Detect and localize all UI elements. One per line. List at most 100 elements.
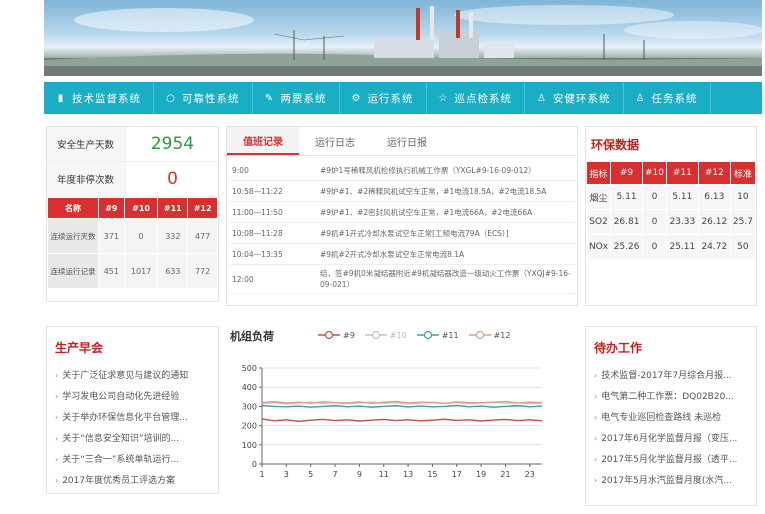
list-item-label: 电气第二种工作票：DQ02B20... xyxy=(601,392,734,402)
list-item[interactable]: › 2017年5月化学监督月报（透平... xyxy=(594,449,748,470)
nav-item-1[interactable]: ○ 可靠性系统 xyxy=(154,82,253,114)
series-line-2 xyxy=(261,404,543,408)
x-tick-label: 19 xyxy=(476,470,486,479)
legend-item[interactable]: #12 xyxy=(468,330,510,340)
table-header: #10 xyxy=(123,197,159,219)
list-item[interactable]: › 2017年度优秀员工评选方案 xyxy=(55,470,210,491)
list-item[interactable]: › 电气第二种工作票：DQ02B20... xyxy=(594,386,748,407)
meeting-title: 生产早会 xyxy=(55,341,104,355)
x-tick-label: 7 xyxy=(332,470,337,479)
log-text: #9机#2开式冷却水泵试空车正常电流8.1A xyxy=(320,249,465,259)
worker-icon: ♙ xyxy=(537,92,547,104)
nav-label: 运行系统 xyxy=(367,92,414,105)
legend-label: #11 xyxy=(441,330,459,340)
list-item-label: 2017年5月化学监督月报（透平... xyxy=(601,455,738,465)
env-cell: 26.81 xyxy=(610,209,644,235)
log-row[interactable]: 9:00 #9炉1号稀释风机检修执行机械工作票（YXGL#9-16-09-012） xyxy=(229,160,575,181)
list-item-label: 电气专业巡回检查路线 未巡检 xyxy=(601,413,722,423)
chevron-right-icon: › xyxy=(55,371,59,380)
env-cell: NOx xyxy=(585,234,612,260)
gears-icon: ⚙ xyxy=(351,92,362,104)
list-item[interactable]: › 2017年5月水汽监督月度(水汽... xyxy=(594,470,748,491)
table-row: 烟尘 5.11 0 5.11 6.13 10 xyxy=(585,184,757,210)
nav-label: 巡点检系统 xyxy=(454,92,512,105)
env-cell: SO2 xyxy=(585,209,612,235)
chevron-right-icon: › xyxy=(55,476,59,485)
legend-item[interactable]: #9 xyxy=(318,330,355,340)
x-tick-label: 15 xyxy=(427,470,437,479)
env-cell: 5.11 xyxy=(610,184,644,210)
x-tick-label: 17 xyxy=(452,470,462,479)
nav-item-5[interactable]: ♙ 安健环系统 xyxy=(525,82,624,114)
log-text: #9炉#1、#2密封风机试空车正常，#1电流66A，#2电流66A xyxy=(320,207,533,217)
x-tick-label: 13 xyxy=(403,470,413,479)
y-tick-label: 500 xyxy=(242,364,257,373)
log-row[interactable]: 10:08—11:28 #9机#1开式冷却水泵试空车正常[工频电流79A（ECS）… xyxy=(229,223,575,244)
unplanned-stops-value: 0 xyxy=(167,169,178,189)
row-label: 连续运行记录 xyxy=(47,253,99,289)
nav-item-2[interactable]: ✎ 两票系统 xyxy=(253,82,340,114)
tab-duty-record[interactable]: 值班记录 xyxy=(227,127,299,155)
legend-item[interactable]: #11 xyxy=(416,330,459,340)
x-tick-label: 1 xyxy=(259,470,264,479)
env-cell: 5.11 xyxy=(665,184,699,210)
list-item[interactable]: › 关于举办环保信息化平台管理... xyxy=(55,407,210,428)
safety-stats-panel: 安全生产天数 2954 年度非停次数 0 名称 #9 #10 #11 #12 连… xyxy=(46,126,219,302)
nav-item-6[interactable]: ♙ 任务系统 xyxy=(624,82,711,114)
list-item[interactable]: › 关于“三合一”系统单轨运行... xyxy=(55,449,210,470)
chart-legend: #9 #10 #11 #12 xyxy=(318,330,510,340)
list-item[interactable]: › 2017年6月化学监督月报（变压... xyxy=(594,428,748,449)
todo-title: 待办工作 xyxy=(594,341,643,355)
duty-log-panel: 值班记录 运行日志 运行日报 9:00 #9炉1号稀释风机检修执行机械工作票（YX… xyxy=(226,126,578,306)
todo-panel: 待办工作 › 技术监督-2017年7月综合月报... › 电气第二种工作票：DQ02B… xyxy=(585,326,757,506)
chevron-right-icon: › xyxy=(55,392,59,401)
banner-image xyxy=(44,0,762,76)
tab-daily-report[interactable]: 运行日报 xyxy=(371,127,443,155)
chevron-right-icon: › xyxy=(594,434,598,443)
env-cell: 23.33 xyxy=(665,209,699,235)
table-cell: 772 xyxy=(187,253,218,289)
log-row[interactable]: 10:58—11:22 #9炉#1、#2稀释风机试空车正常，#1电流18.5A，#… xyxy=(229,181,575,202)
list-item[interactable]: › 电气专业巡回检查路线 未巡检 xyxy=(594,407,748,428)
env-cell: 10 xyxy=(729,184,757,210)
y-tick-label: 0 xyxy=(252,460,257,469)
list-item[interactable]: › 学习发电公司自动化先进经验 xyxy=(55,386,210,407)
env-cell: 0 xyxy=(642,234,667,260)
list-item[interactable]: › 技术监督-2017年7月综合月报... xyxy=(594,365,748,386)
list-item-label: 2017年度优秀员工评选方案 xyxy=(62,476,176,486)
legend-label: #9 xyxy=(343,330,355,340)
nav-label: 技术监督系统 xyxy=(72,92,141,105)
log-text: 结，签#9机0米凝结器附近#9机凝结器改造一级动火工作票（YXQJ#9-16-0… xyxy=(320,269,571,289)
chevron-right-icon: › xyxy=(594,476,598,485)
chevron-right-icon: › xyxy=(55,455,59,464)
series-line-0 xyxy=(261,418,543,423)
nav-item-3[interactable]: ⚙ 运行系统 xyxy=(340,82,427,114)
chevron-right-icon: › xyxy=(594,371,598,380)
log-text: #9炉1号稀释风机检修执行机械工作票（YXGL#9-16-09-012） xyxy=(320,165,536,175)
log-time: 12:00 xyxy=(232,274,254,284)
legend-item[interactable]: #10 xyxy=(364,330,407,340)
env-cell: 25.7 xyxy=(729,209,757,235)
log-row[interactable]: 10:04—13:35 #9机#2开式冷却水泵试空车正常电流8.1A xyxy=(229,244,575,265)
list-item-label: 关于“信息安全知识”培训的... xyxy=(62,434,180,444)
table-cell: 477 xyxy=(187,218,218,254)
bar-chart-icon: ▮ xyxy=(57,92,65,104)
list-item-label: 技术监督-2017年7月综合月报... xyxy=(601,371,732,381)
table-header: #11 xyxy=(157,197,189,219)
nav-item-0[interactable]: ▮ 技术监督系统 xyxy=(44,82,154,114)
y-tick-label: 100 xyxy=(242,441,257,450)
nav-item-4[interactable]: ☆ 巡点检系统 xyxy=(427,82,525,114)
nav-label: 安健环系统 xyxy=(553,92,611,105)
legend-line-marker xyxy=(364,330,387,340)
log-row[interactable]: 11:00—11:50 #9炉#1、#2密封风机试空车正常，#1电流66A，#2电… xyxy=(229,202,575,223)
table-cell: 1017 xyxy=(123,253,159,289)
chart-title: 机组负荷 xyxy=(230,330,274,343)
log-row[interactable]: 12:00 结，签#9机0米凝结器附近#9机凝结器改造一级动火工作票（YXQJ#9… xyxy=(229,265,575,294)
env-cell: 6.13 xyxy=(697,184,731,210)
x-tick-label: 5 xyxy=(308,470,313,479)
list-item[interactable]: › 关于“信息安全知识”培训的... xyxy=(55,428,210,449)
list-item[interactable]: › 关于广泛征求意见与建议的通知 xyxy=(55,365,210,386)
table-row: NOx 25.26 0 25.11 24.72 50 xyxy=(585,234,757,260)
env-header: #10 xyxy=(642,161,667,185)
tab-operation-log[interactable]: 运行日志 xyxy=(299,127,371,155)
